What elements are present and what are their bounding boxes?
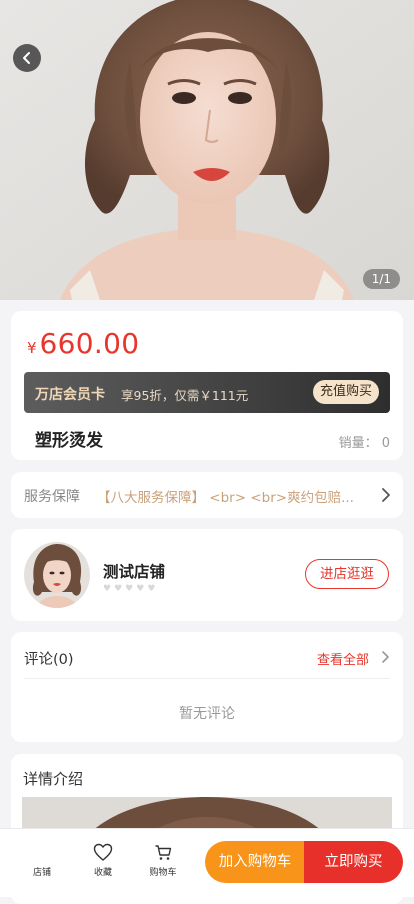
heart-icon — [93, 843, 113, 861]
shop-rating-stars: ♥ ♥ ♥ ♥ ♥ — [103, 585, 155, 594]
image-counter: 1/1 — [362, 269, 400, 289]
chevron-left-icon — [23, 52, 30, 64]
empty-comments-text: 暂无评论 — [179, 706, 235, 722]
cart-icon — [155, 845, 172, 860]
nav-cart-label: 购物车 — [149, 868, 177, 878]
product-name: 塑形烫发 — [35, 431, 103, 451]
nav-cart[interactable]: 购物车 — [138, 843, 188, 878]
star-icon: ♥ — [147, 584, 156, 594]
shop-card: 测试店铺 ♥ ♥ ♥ ♥ ♥ 进店逛逛 — [11, 529, 403, 621]
sales-count: 销量： 0 — [338, 436, 390, 451]
details-title: 详情介绍 — [23, 770, 84, 788]
nav-favorite[interactable]: 收藏 — [78, 843, 128, 878]
divider — [24, 678, 390, 679]
store-icon — [17, 843, 67, 862]
price: ¥660.00 — [27, 327, 139, 360]
shop-avatar-image — [24, 542, 90, 608]
shop-name: 测试店铺 — [103, 563, 166, 581]
service-label: 服务保障 — [24, 489, 80, 505]
shop-avatar[interactable] — [24, 542, 90, 608]
vip-card-banner[interactable]: 万店会员卡 享95折，仅需￥111元 充值购买 — [24, 372, 390, 413]
product-photo — [0, 0, 414, 300]
back-button[interactable] — [13, 44, 41, 72]
comments-title: 评论(0) — [24, 652, 74, 668]
chevron-right-icon[interactable] — [381, 650, 390, 664]
bottom-action-bar: 店铺 收藏 购物车 加入购物车 立即购买 — [0, 828, 414, 897]
view-all-comments-link[interactable]: 查看全部 — [317, 649, 369, 668]
recharge-buy-button[interactable]: 充值购买 — [312, 380, 379, 404]
product-image-gallery[interactable] — [0, 0, 414, 300]
service-guarantee-row[interactable]: 服务保障 【八大服务保障】 <br> <br>爽约包赔... — [11, 472, 403, 518]
star-icon: ♥ — [136, 584, 145, 594]
currency-symbol: ¥ — [27, 339, 37, 357]
buy-now-button[interactable]: 立即购买 — [304, 841, 403, 883]
star-icon: ♥ — [125, 584, 134, 594]
vip-card-title: 万店会员卡 — [35, 387, 105, 403]
star-icon: ♥ — [103, 584, 112, 594]
price-amount: 660.00 — [39, 327, 140, 360]
chevron-right-icon — [382, 488, 390, 502]
star-icon: ♥ — [114, 584, 123, 594]
vip-card-description: 享95折，仅需￥111元 — [121, 388, 249, 403]
service-text: 【八大服务保障】 <br> <br>爽约包赔... — [97, 490, 354, 506]
price-card: ¥660.00 万店会员卡 享95折，仅需￥111元 充值购买 塑形烫发 销量：… — [11, 311, 403, 460]
enter-shop-button[interactable]: 进店逛逛 — [305, 559, 389, 589]
nav-favorite-label: 收藏 — [93, 868, 112, 878]
comments-card: 评论(0) 查看全部 暂无评论 — [11, 632, 403, 742]
nav-store[interactable]: 店铺 — [17, 843, 67, 878]
nav-store-label: 店铺 — [32, 868, 51, 878]
add-to-cart-button[interactable]: 加入购物车 — [205, 841, 305, 883]
